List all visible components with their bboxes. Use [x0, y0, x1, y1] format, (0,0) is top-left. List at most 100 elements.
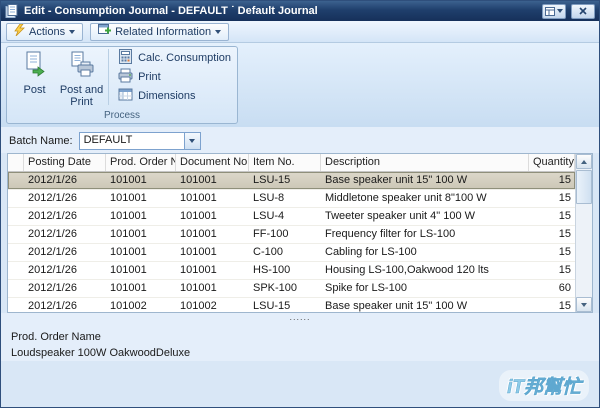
cell[interactable]: 15	[529, 262, 575, 279]
cell[interactable]: 15	[529, 172, 575, 189]
footer-panel: Prod. Order Name Loudspeaker 100W Oakwoo…	[1, 325, 599, 361]
scroll-down-button[interactable]	[576, 297, 592, 312]
cell[interactable]: 101002	[106, 298, 176, 312]
row-selector[interactable]	[8, 190, 24, 207]
cell[interactable]: 101001	[176, 262, 249, 279]
vertical-scrollbar[interactable]	[575, 154, 592, 312]
cell[interactable]: Tweeter speaker unit 4" 100 W	[321, 208, 529, 225]
cell[interactable]: 101001	[176, 226, 249, 243]
cell[interactable]: 2012/1/26	[24, 262, 106, 279]
column-header[interactable]: Posting Date	[24, 154, 106, 171]
table-row[interactable]: 2012/1/26 101002 101002 LSU-15 Base speaker …	[8, 298, 575, 312]
lightning-icon	[14, 23, 25, 39]
column-header[interactable]: Description	[321, 154, 529, 171]
related-information-menu-button[interactable]: Related Information	[90, 22, 230, 41]
cell[interactable]: 15	[529, 208, 575, 225]
cell[interactable]: 15	[529, 298, 575, 312]
batch-name-row: Batch Name: DEFAULT	[1, 127, 599, 153]
cell[interactable]: Cabling for LS-100	[321, 244, 529, 261]
table-row[interactable]: 2012/1/26 101001 101001 LSU-4 Tweeter speake…	[8, 208, 575, 226]
cell[interactable]: Frequency filter for LS-100	[321, 226, 529, 243]
chevron-down-icon	[557, 9, 563, 13]
cell[interactable]: LSU-15	[249, 298, 321, 312]
cell[interactable]: HS-100	[249, 262, 321, 279]
table-row[interactable]: 2012/1/26 101001 101001 LSU-8 Middletone spe…	[8, 190, 575, 208]
column-header[interactable]: Prod. Order No.	[106, 154, 176, 171]
cell[interactable]: SPK-100	[249, 280, 321, 297]
batch-name-value[interactable]: DEFAULT	[80, 133, 184, 149]
column-header[interactable]: Item No.	[249, 154, 321, 171]
cell[interactable]: 101001	[106, 190, 176, 207]
cell[interactable]: 2012/1/26	[24, 244, 106, 261]
cell[interactable]: 101001	[106, 244, 176, 261]
cell[interactable]: 101001	[176, 190, 249, 207]
table-row[interactable]: 2012/1/26 101001 101001 HS-100 Housing LS-10…	[8, 262, 575, 280]
column-header[interactable]: Quantity	[529, 154, 575, 171]
post-button[interactable]: Post	[11, 49, 58, 109]
table-row[interactable]: 2012/1/26 101001 101001 LSU-15 Base speaker …	[8, 172, 575, 190]
close-button[interactable]	[571, 3, 595, 19]
chevron-down-icon	[69, 29, 76, 34]
post-button-label: Post	[23, 83, 46, 96]
dimensions-button[interactable]: Dimensions	[114, 87, 235, 105]
cell[interactable]: C-100	[249, 244, 321, 261]
cell[interactable]: 101001	[106, 172, 176, 189]
scroll-up-button[interactable]	[576, 154, 592, 169]
row-selector[interactable]	[8, 280, 24, 297]
ribbon-group-process: Post Post and Print Calc. Consumption Pr…	[6, 46, 238, 124]
cell[interactable]: 15	[529, 244, 575, 261]
cell[interactable]: 101001	[106, 226, 176, 243]
row-selector[interactable]	[8, 262, 24, 279]
cell[interactable]: 101001	[176, 208, 249, 225]
table-row[interactable]: 2012/1/26 101001 101001 SPK-100 Spike for LS…	[8, 280, 575, 298]
cell[interactable]: FF-100	[249, 226, 321, 243]
ribbon-small-buttons: Calc. Consumption Print Dimensions	[108, 49, 235, 105]
batch-name-combobox[interactable]: DEFAULT	[78, 132, 201, 150]
batch-name-dropdown-button[interactable]	[183, 133, 200, 149]
cell[interactable]: Housing LS-100,Oakwood 120 lts	[321, 262, 529, 279]
cell[interactable]: 2012/1/26	[24, 280, 106, 297]
row-selector[interactable]	[8, 172, 24, 189]
column-header[interactable]: Document No.	[176, 154, 249, 171]
cell[interactable]: LSU-8	[249, 190, 321, 207]
cell[interactable]: 15	[529, 190, 575, 207]
cell[interactable]: 101001	[106, 280, 176, 297]
window-menu-button[interactable]	[542, 3, 566, 19]
cell[interactable]: Base speaker unit 15" 100 W	[321, 298, 529, 312]
cell[interactable]: 15	[529, 226, 575, 243]
cell[interactable]: 101001	[176, 280, 249, 297]
row-selector[interactable]	[8, 226, 24, 243]
row-selector[interactable]	[8, 208, 24, 225]
actions-menu-button[interactable]: Actions	[6, 22, 84, 41]
cell[interactable]: LSU-4	[249, 208, 321, 225]
cell[interactable]: 101001	[176, 172, 249, 189]
calc-consumption-button[interactable]: Calc. Consumption	[114, 49, 235, 67]
table-row[interactable]: 2012/1/26 101001 101001 FF-100 Frequency fil…	[8, 226, 575, 244]
cell[interactable]: Base speaker unit 15" 100 W	[321, 172, 529, 189]
cell[interactable]: 101001	[106, 262, 176, 279]
row-selector[interactable]	[8, 298, 24, 312]
table-row[interactable]: 2012/1/26 101001 101001 C-100 Cabling for LS…	[8, 244, 575, 262]
cell[interactable]: Spike for LS-100	[321, 280, 529, 297]
cell[interactable]: 2012/1/26	[24, 298, 106, 312]
cell[interactable]: Middletone speaker unit 8"100 W	[321, 190, 529, 207]
cell[interactable]: 101001	[176, 244, 249, 261]
grid-header: Posting DateProd. Order No.Document No.I…	[8, 154, 575, 172]
prod-order-name-value: Loudspeaker 100W OakwoodDeluxe	[11, 347, 191, 359]
row-selector[interactable]	[8, 244, 24, 261]
cell[interactable]: LSU-15	[249, 172, 321, 189]
cell[interactable]: 101002	[176, 298, 249, 312]
cell[interactable]: 2012/1/26	[24, 190, 106, 207]
print-button[interactable]: Print	[114, 68, 235, 86]
cell[interactable]: 2012/1/26	[24, 226, 106, 243]
cell[interactable]: 101001	[106, 208, 176, 225]
post-and-print-button[interactable]: Post and Print	[58, 49, 105, 109]
grid-scroll-area: Posting DateProd. Order No.Document No.I…	[8, 154, 575, 312]
grid-body: 2012/1/26 101001 101001 LSU-15 Base speaker …	[8, 172, 575, 312]
cell[interactable]: 60	[529, 280, 575, 297]
scrollbar-thumb[interactable]	[576, 170, 592, 204]
chevron-down-icon	[215, 29, 222, 34]
chevron-down-icon	[189, 139, 196, 143]
cell[interactable]: 2012/1/26	[24, 208, 106, 225]
cell[interactable]: 2012/1/26	[24, 172, 106, 189]
